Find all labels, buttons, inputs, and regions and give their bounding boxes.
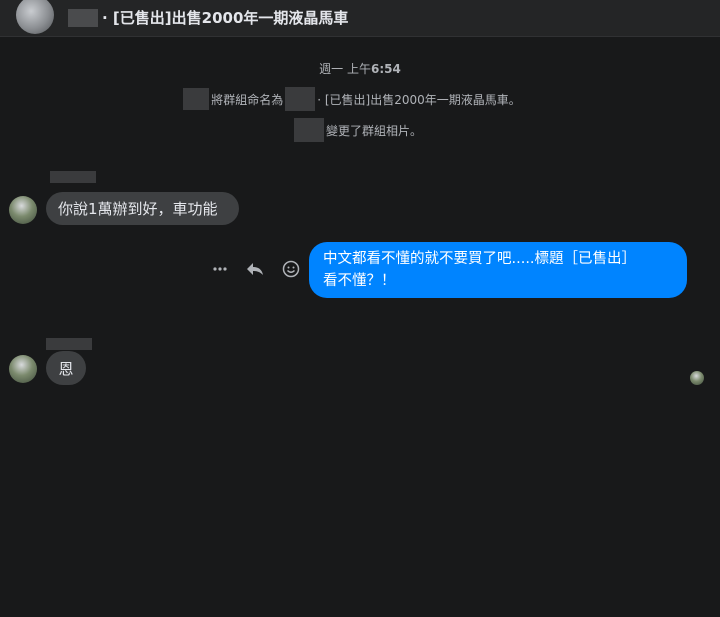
more-icon[interactable] — [212, 261, 228, 277]
redacted-name — [68, 9, 98, 27]
group-avatar[interactable] — [16, 0, 54, 34]
message-text-line-1: 中文都看不懂的就不要買了吧.....標題［已售出］ — [323, 251, 637, 267]
sender-avatar[interactable] — [9, 196, 37, 224]
timestamp-prefix: 週一 上午 — [319, 62, 371, 76]
emoji-icon[interactable] — [282, 260, 300, 278]
reply-icon[interactable] — [246, 261, 264, 277]
timestamp: 週一 上午6:54 — [0, 60, 720, 77]
conversation-title-text: · [已售出]出售2000年一期液晶馬車 — [102, 9, 349, 27]
sender-name — [50, 171, 96, 183]
message-bubble-incoming[interactable]: 恩 — [46, 351, 86, 385]
redacted-name — [183, 88, 210, 110]
redacted-name — [293, 118, 324, 142]
conversation-title[interactable]: · [已售出]出售2000年一期液晶馬車 — [68, 8, 348, 28]
seen-indicator-avatar — [690, 371, 704, 385]
message-text: 恩 — [58, 359, 74, 378]
message-bubble-outgoing[interactable]: 中文都看不懂的就不要買了吧.....標題［已售出］ 看不懂？！ — [309, 242, 687, 298]
conversation-header: · [已售出]出售2000年一期液晶馬車 — [0, 0, 720, 37]
message-text-line-2: 看不懂？！ — [323, 273, 396, 289]
sender-avatar[interactable] — [9, 355, 37, 383]
redacted-name — [285, 87, 316, 111]
timestamp-time: 6:54 — [370, 62, 401, 76]
rename-notice: 將群組命名為 · [已售出]出售2000年一期液晶馬車。 — [0, 87, 712, 113]
rename-prefix: 將群組命名為 — [211, 92, 284, 107]
rename-suffix: · [已售出]出售2000年一期液晶馬車。 — [317, 92, 521, 107]
message-text: 你說1萬辦到好，車功能 — [58, 200, 218, 218]
sender-name — [46, 338, 92, 350]
photo-change-text: 變更了群組相片。 — [325, 123, 422, 138]
photo-change-notice: 變更了群組相片。 — [0, 118, 718, 145]
message-bubble-incoming[interactable]: 你說1萬辦到好，車功能 — [46, 192, 239, 225]
message-actions — [212, 260, 300, 278]
